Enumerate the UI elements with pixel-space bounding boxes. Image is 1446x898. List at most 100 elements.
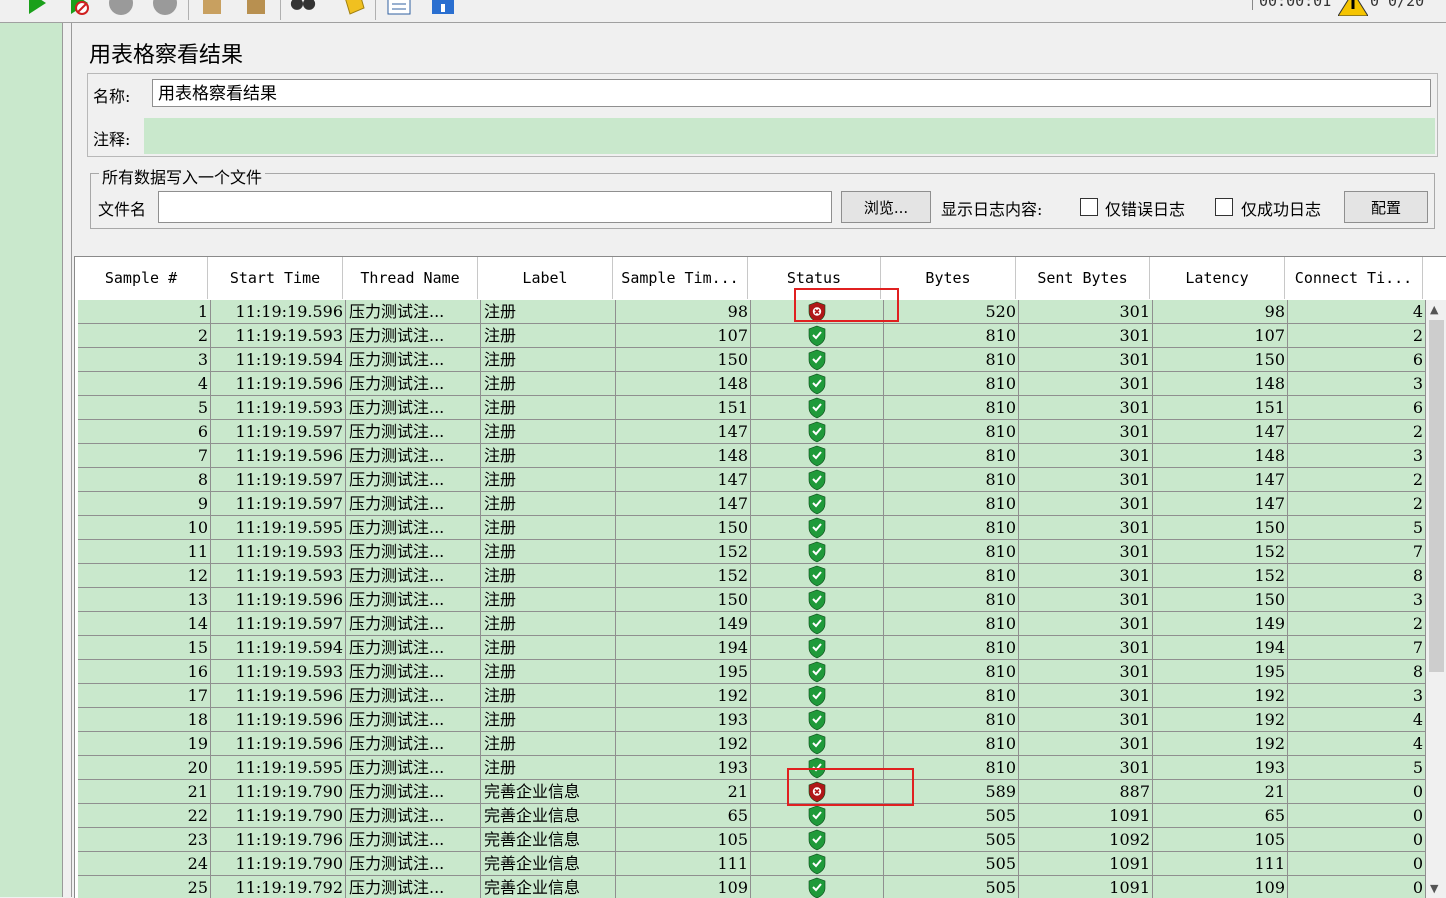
status-cell (751, 324, 884, 348)
scrollbar-thumb[interactable] (1429, 320, 1444, 672)
bytes-cell: 520 (884, 300, 1019, 324)
start-time-cell: 11:19:19.593 (211, 396, 346, 420)
split-pane-divider[interactable] (63, 23, 72, 897)
start-time-cell: 11:19:19.597 (211, 492, 346, 516)
table-row[interactable]: 911:19:19.597压力测试注...注册1478103011472 (78, 492, 1426, 516)
scroll-down-icon[interactable]: ▼ (1430, 882, 1438, 895)
table-row[interactable]: 2411:19:19.790压力测试注...完善企业信息111505109111… (78, 852, 1426, 876)
thread-name-cell: 压力测试注... (346, 684, 481, 708)
table-row[interactable]: 311:19:19.594压力测试注...注册1508103011506 (78, 348, 1426, 372)
success-only-checkbox[interactable] (1215, 198, 1233, 216)
sent-bytes-cell: 301 (1019, 636, 1153, 660)
latency-cell: 109 (1153, 876, 1288, 898)
table-row[interactable]: 1011:19:19.595压力测试注...注册1508103011505 (78, 516, 1426, 540)
sample-time-cell: 105 (616, 828, 751, 852)
start-time-cell: 11:19:19.796 (211, 828, 346, 852)
column-header-label[interactable]: Label (478, 257, 613, 299)
table-row[interactable]: 2511:19:19.792压力测试注...完善企业信息109505109110… (78, 876, 1426, 898)
sample-time-cell: 150 (616, 516, 751, 540)
thread-name-cell: 压力测试注... (346, 708, 481, 732)
connect-time-cell: 4 (1288, 708, 1426, 732)
status-cell (751, 804, 884, 828)
start-time-cell: 11:19:19.593 (211, 564, 346, 588)
sample-number-cell: 20 (78, 756, 211, 780)
sample-number-cell: 4 (78, 372, 211, 396)
table-row[interactable]: 411:19:19.596压力测试注...注册1488103011483 (78, 372, 1426, 396)
table-row[interactable]: 1511:19:19.594压力测试注...注册1948103011947 (78, 636, 1426, 660)
bytes-cell: 810 (884, 732, 1019, 756)
table-row[interactable]: 611:19:19.597压力测试注...注册1478103011472 (78, 420, 1426, 444)
browse-button[interactable]: 浏览... (841, 191, 931, 223)
reset-search-icon[interactable] (340, 0, 366, 16)
table-row[interactable]: 111:19:19.596压力测试注...注册98520301984 (78, 300, 1426, 324)
label-cell: 注册 (481, 660, 616, 684)
column-header-latency[interactable]: Latency (1150, 257, 1285, 299)
warning-icon[interactable] (1338, 0, 1368, 16)
connect-time-cell: 0 (1288, 780, 1426, 804)
table-row[interactable]: 1911:19:19.596压力测试注...注册1928103011924 (78, 732, 1426, 756)
sample-number-cell: 17 (78, 684, 211, 708)
table-row[interactable]: 711:19:19.596压力测试注...注册1488103011483 (78, 444, 1426, 468)
sample-number-cell: 13 (78, 588, 211, 612)
sent-bytes-cell: 301 (1019, 756, 1153, 780)
help-icon[interactable] (430, 0, 456, 16)
table-row[interactable]: 2211:19:19.790压力测试注...完善企业信息655051091650 (78, 804, 1426, 828)
table-row[interactable]: 511:19:19.593压力测试注...注册1518103011516 (78, 396, 1426, 420)
start-time-cell: 11:19:19.594 (211, 348, 346, 372)
table-row[interactable]: 211:19:19.593压力测试注...注册1078103011072 (78, 324, 1426, 348)
table-row[interactable]: 1411:19:19.597压力测试注...注册1498103011492 (78, 612, 1426, 636)
thread-name-cell: 压力测试注... (346, 876, 481, 898)
thread-name-cell: 压力测试注... (346, 468, 481, 492)
table-row[interactable]: 811:19:19.597压力测试注...注册1478103011472 (78, 468, 1426, 492)
search-icon[interactable] (290, 0, 316, 16)
sent-bytes-cell: 301 (1019, 684, 1153, 708)
table-row[interactable]: 1211:19:19.593压力测试注...注册1528103011528 (78, 564, 1426, 588)
column-header-n[interactable]: Sample # (75, 257, 208, 299)
table-row[interactable]: 1311:19:19.596压力测试注...注册1508103011503 (78, 588, 1426, 612)
filename-input[interactable] (158, 191, 832, 223)
configure-button[interactable]: 配置 (1344, 191, 1428, 223)
name-input[interactable]: 用表格察看结果 (152, 79, 1431, 107)
table-row[interactable]: 2011:19:19.595压力测试注...注册1938103011935 (78, 756, 1426, 780)
connect-time-cell: 3 (1288, 684, 1426, 708)
errors-only-checkbox[interactable] (1080, 198, 1098, 216)
label-cell: 注册 (481, 420, 616, 444)
latency-cell: 148 (1153, 444, 1288, 468)
status-cell (751, 612, 884, 636)
clear-icon[interactable] (200, 0, 226, 16)
column-header-thread[interactable]: Thread Name (343, 257, 478, 299)
start-icon[interactable] (24, 0, 50, 16)
stop-icon[interactable] (108, 0, 134, 16)
vertical-scrollbar[interactable]: ▲ ▼ (1426, 300, 1446, 898)
table-row[interactable]: 1811:19:19.596压力测试注...注册1938103011924 (78, 708, 1426, 732)
thread-name-cell: 压力测试注... (346, 324, 481, 348)
start-time-cell: 11:19:19.595 (211, 516, 346, 540)
column-header-time[interactable]: Sample Tim... (613, 257, 748, 299)
connect-time-cell: 5 (1288, 516, 1426, 540)
column-header-bytes[interactable]: Bytes (881, 257, 1016, 299)
shutdown-icon[interactable] (152, 0, 178, 16)
sample-time-cell: 150 (616, 588, 751, 612)
label-cell: 注册 (481, 684, 616, 708)
label-cell: 注册 (481, 516, 616, 540)
function-helper-icon[interactable] (386, 0, 412, 16)
clear-all-icon[interactable] (244, 0, 270, 16)
table-row[interactable]: 1611:19:19.593压力测试注...注册1958103011958 (78, 660, 1426, 684)
sample-time-cell: 65 (616, 804, 751, 828)
column-header-connect[interactable]: Connect Ti... (1285, 257, 1423, 299)
test-plan-tree[interactable] (0, 23, 63, 897)
comment-input[interactable] (144, 118, 1435, 154)
scroll-up-icon[interactable]: ▲ (1430, 303, 1438, 316)
start-no-pause-icon[interactable] (66, 0, 92, 16)
thread-name-cell: 压力测试注... (346, 660, 481, 684)
bytes-cell: 810 (884, 540, 1019, 564)
column-header-start[interactable]: Start Time (208, 257, 343, 299)
table-row[interactable]: 2111:19:19.790压力测试注...完善企业信息21589887210 (78, 780, 1426, 804)
latency-cell: 65 (1153, 804, 1288, 828)
column-header-sent[interactable]: Sent Bytes (1016, 257, 1150, 299)
table-row[interactable]: 2311:19:19.796压力测试注...完善企业信息105505109210… (78, 828, 1426, 852)
table-row[interactable]: 1711:19:19.596压力测试注...注册1928103011923 (78, 684, 1426, 708)
bytes-cell: 810 (884, 708, 1019, 732)
connect-time-cell: 0 (1288, 828, 1426, 852)
table-row[interactable]: 1111:19:19.593压力测试注...注册1528103011527 (78, 540, 1426, 564)
